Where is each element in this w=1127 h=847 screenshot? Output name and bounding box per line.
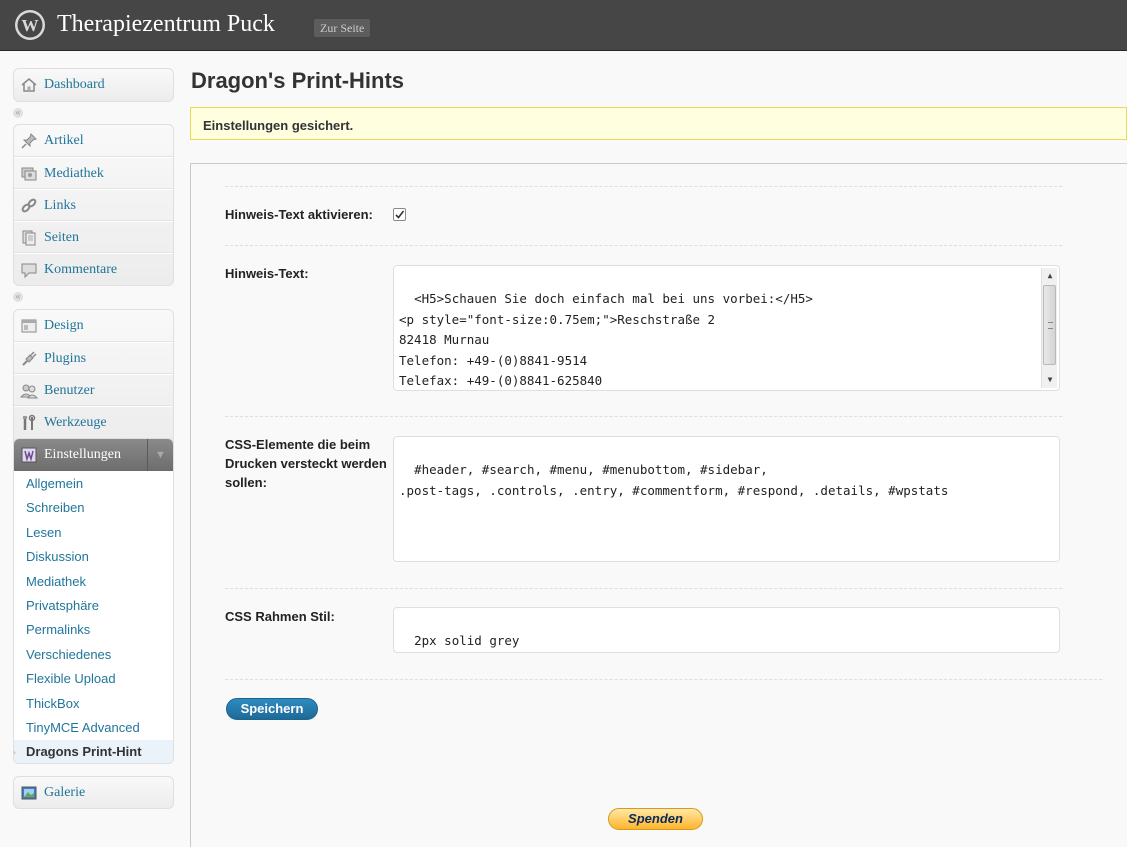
sidebar-item-label: Mediathek [44, 166, 104, 181]
svg-text:W: W [22, 16, 39, 35]
divider [225, 679, 1102, 680]
settings-icon [20, 446, 38, 464]
sidebar-item-label: Dashboard [44, 77, 105, 92]
menu-group-content: Artikel Mediathek Links Seiten Kommentar… [13, 124, 174, 286]
site-title[interactable]: Therapiezentrum Puck [57, 11, 275, 38]
sidebar-item-galerie[interactable]: Galerie [14, 777, 173, 808]
submenu-item-tinymce-advanced[interactable]: TinyMCE Advanced [26, 720, 140, 735]
sidebar-item-label: Werkzeuge [44, 415, 107, 430]
sidebar-item-seiten[interactable]: Seiten [14, 221, 173, 253]
textarea-scrollbar[interactable]: ▲ ▼ [1041, 268, 1057, 388]
divider [225, 416, 1062, 417]
border-style-label: CSS Rahmen Stil: [225, 609, 335, 624]
current-marker-icon: › [14, 745, 16, 759]
menu-group-admin: Design Plugins Benutzer Werkzeuge [13, 309, 174, 445]
sidebar-item-dashboard[interactable]: Dashboard [14, 69, 173, 101]
settings-saved-notice: Einstellungen gesichert. [190, 107, 1127, 140]
sidebar-item-benutzer[interactable]: Benutzer [14, 374, 173, 406]
activate-checkbox[interactable] [393, 208, 406, 221]
submenu-item-dragons-print-hint[interactable]: › Dragons Print-Hint [14, 740, 173, 763]
plug-icon [20, 350, 38, 368]
css-hide-value: #header, #search, #menu, #menubottom, #s… [399, 462, 949, 498]
menu-group-dashboard: Dashboard [13, 68, 174, 102]
gallery-icon [20, 784, 38, 802]
sidebar-item-einstellungen[interactable]: Einstellungen ▼ [14, 439, 173, 471]
collapse-arrow-icon: « [13, 292, 23, 302]
collapse-arrow-icon: « [13, 108, 23, 118]
sidebar-item-artikel[interactable]: Artikel [14, 125, 173, 157]
menu-group-settings: Einstellungen ▼ Allgemein Schreiben Lese… [13, 438, 174, 764]
sidebar-item-kommentare[interactable]: Kommentare [14, 253, 173, 285]
submenu-item-permalinks[interactable]: Permalinks [26, 622, 90, 637]
hint-text-value: <H5>Schauen Sie doch einfach mal bei uns… [399, 291, 813, 389]
submenu-item-privatsphaere[interactable]: Privatsphäre [26, 598, 99, 613]
submenu-item-allgemein[interactable]: Allgemein [26, 476, 83, 491]
submenu-item-schreiben[interactable]: Schreiben [26, 500, 85, 515]
scroll-up-arrow-icon[interactable]: ▲ [1042, 268, 1058, 284]
scroll-thumb[interactable] [1043, 285, 1056, 365]
sidebar-item-mediathek[interactable]: Mediathek [14, 157, 173, 189]
sidebar-item-label: Einstellungen [44, 447, 121, 462]
activate-label: Hinweis-Text aktivieren: [225, 207, 373, 222]
admin-header: W Therapiezentrum Puck Zur Seite [0, 0, 1127, 51]
submenu-item-diskussion[interactable]: Diskussion [26, 549, 89, 564]
sidebar-item-label: Seiten [44, 230, 79, 245]
house-icon [20, 76, 38, 94]
sidebar-item-label: Plugins [44, 351, 87, 366]
submenu-item-mediathek[interactable]: Mediathek [26, 574, 86, 589]
hint-text-label: Hinweis-Text: [225, 266, 309, 281]
donate-button[interactable]: Spenden [608, 808, 703, 830]
scroll-grip-icon [1048, 322, 1053, 329]
notice-text: Einstellungen gesichert. [203, 118, 354, 133]
comment-bubble-icon [20, 261, 38, 279]
sidebar-item-design[interactable]: Design [14, 310, 173, 342]
menu-separator[interactable]: « [13, 292, 174, 302]
divider [225, 186, 1062, 187]
border-style-input[interactable]: 2px solid grey [393, 607, 1060, 653]
menu-group-galerie: Galerie [13, 776, 174, 809]
sidebar-item-werkzeuge[interactable]: Werkzeuge [14, 406, 173, 438]
scroll-down-arrow-icon[interactable]: ▼ [1042, 372, 1058, 388]
save-button[interactable]: Speichern [226, 698, 318, 720]
sidebar-item-label: Benutzer [44, 383, 95, 398]
divider [225, 245, 1062, 246]
checkmark-icon [395, 210, 405, 219]
sidebar-item-label: Links [44, 198, 76, 213]
tools-icon [20, 414, 38, 432]
submenu-item-lesen[interactable]: Lesen [26, 525, 61, 540]
sidebar-item-plugins[interactable]: Plugins [14, 342, 173, 374]
wordpress-logo-icon[interactable]: W [14, 9, 46, 41]
submenu-item-flexible-upload[interactable]: Flexible Upload [26, 671, 116, 686]
submenu-item-verschiedenes[interactable]: Verschiedenes [26, 647, 111, 662]
submenu-item-thickbox[interactable]: ThickBox [26, 696, 79, 711]
pages-icon [20, 229, 38, 247]
pushpin-icon [20, 132, 38, 150]
css-hide-label: CSS-Elemente die beim Drucken versteckt … [225, 437, 387, 490]
sidebar-item-links[interactable]: Links [14, 189, 173, 221]
hint-text-textarea[interactable]: <H5>Schauen Sie doch einfach mal bei uns… [393, 265, 1060, 391]
css-hide-textarea[interactable]: #header, #search, #menu, #menubottom, #s… [393, 436, 1060, 562]
menu-separator[interactable]: « [13, 108, 174, 118]
sidebar-item-label: Galerie [44, 785, 86, 800]
divider [225, 588, 1062, 589]
page-title: Dragon's Print-Hints [191, 68, 405, 93]
sidebar-item-label: Artikel [44, 133, 84, 148]
border-style-value: 2px solid grey [414, 633, 520, 649]
design-window-icon [20, 317, 38, 335]
sidebar-item-label: Kommentare [44, 262, 118, 277]
submenu-current-label: Dragons Print-Hint [26, 744, 142, 759]
visit-site-button[interactable]: Zur Seite [314, 19, 371, 37]
media-icon [20, 165, 38, 183]
sidebar-item-label: Design [44, 318, 84, 333]
users-icon [19, 382, 39, 400]
submenu-toggle-icon[interactable]: ▼ [147, 439, 173, 471]
chain-link-icon [20, 197, 38, 215]
